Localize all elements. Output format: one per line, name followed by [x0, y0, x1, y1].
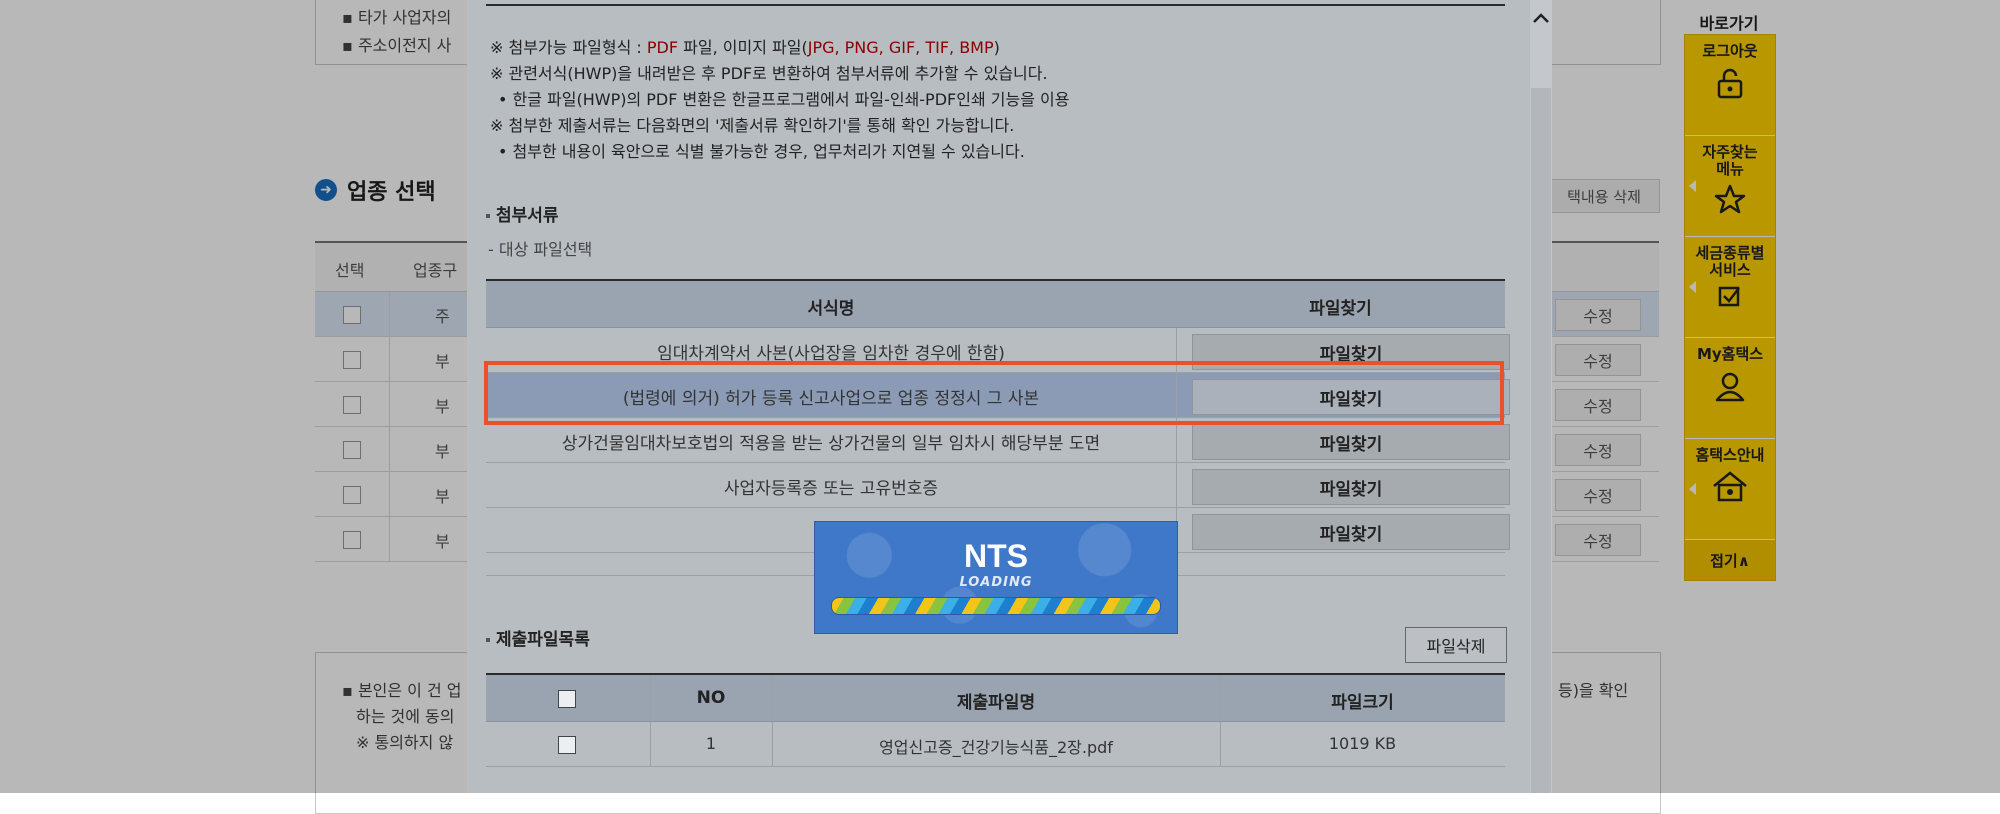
loading-popup: NTS LOADING: [814, 521, 1178, 634]
note-text: ): [993, 38, 1000, 57]
form-name: 상가건물임대차보호법의 적용을 받는 상가건물의 일부 임차시 해당부분 도면: [561, 434, 1101, 454]
submitted-table-header: NO 제출파일명 파일크기: [486, 673, 1505, 722]
find-file-button[interactable]: 파일찾기: [1192, 424, 1510, 460]
note-confirm: ※ 첨부한 제출서류는 다음화면의 '제출서류 확인하기'를 통해 확인 가능합…: [490, 116, 1015, 135]
header-no: NO: [696, 688, 726, 708]
row-file-name: 영업신고증_건강기능식품_2장.pdf: [879, 738, 1113, 757]
select-all-checkbox[interactable]: [558, 690, 576, 708]
row-checkbox[interactable]: [558, 736, 576, 754]
row-file-size: 1019 KB: [1328, 734, 1397, 753]
row-no: 1: [705, 734, 717, 753]
loading-progress-bar: [831, 597, 1161, 615]
note-hwp-convert: • 한글 파일(HWP)의 PDF 변환은 한글프로그램에서 파일-인쇄-PDF…: [498, 90, 1070, 109]
header-file-size: 파일크기: [1331, 693, 1394, 713]
form-table-header: 서식명 파일찾기: [486, 279, 1505, 328]
note-delay: • 첨부한 내용이 육안으로 식별 불가능한 경우, 업무처리가 지연될 수 있…: [498, 142, 1025, 161]
submit-files-title: 제출파일목록: [486, 625, 590, 650]
note-text: ※ 첨부가능 파일형식 :: [490, 38, 647, 57]
note-image-types: JPG, PNG, GIF, TIF, BMP: [807, 38, 994, 57]
find-file-button[interactable]: 파일찾기: [1192, 469, 1510, 505]
header-file-find: 파일찾기: [1309, 299, 1372, 319]
highlight-box: [484, 361, 1504, 425]
header-form-name: 서식명: [807, 299, 855, 319]
find-file-button[interactable]: 파일찾기: [1192, 514, 1510, 550]
target-file-label: - 대상 파일선택: [488, 240, 593, 259]
attach-docs-title: 첨부서류: [486, 201, 559, 226]
loading-brand: NTS: [964, 538, 1028, 574]
scroll-up-arrow-icon[interactable]: [1530, 0, 1552, 36]
note-hwp: ※ 관련서식(HWP)을 내려받은 후 PDF로 변환하여 첨부서류에 추가할 …: [490, 64, 1048, 83]
submitted-files-table: NO 제출파일명 파일크기 1 영업신고증_건강기능식품_2장.pdf 1019…: [486, 673, 1505, 767]
note-file-types: ※ 첨부가능 파일형식 : PDF 파일, 이미지 파일(JPG, PNG, G…: [490, 34, 1000, 58]
note-text: 파일, 이미지 파일(: [678, 38, 808, 57]
note-pdf: PDF: [646, 38, 679, 57]
modal-top-border: [486, 4, 1505, 6]
modal-scrollbar-thumb[interactable]: [1531, 88, 1551, 793]
table-row: 사업자등록증 또는 고유번호증 파일찾기: [486, 463, 1510, 508]
delete-file-button[interactable]: 파일삭제: [1405, 627, 1507, 663]
form-name: 사업자등록증 또는 고유번호증: [723, 479, 939, 499]
table-row[interactable]: 1 영업신고증_건강기능식품_2장.pdf 1019 KB: [486, 722, 1505, 767]
loading-text: LOADING: [959, 575, 1033, 590]
header-file-name: 제출파일명: [956, 693, 1036, 713]
